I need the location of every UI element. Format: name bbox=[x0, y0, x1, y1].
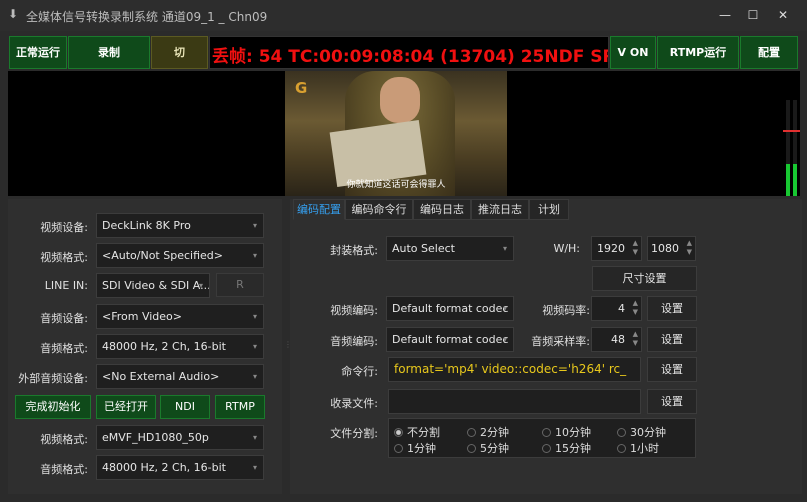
video-codec-label: 视频编码: bbox=[330, 304, 378, 317]
wh-label: W/H: bbox=[553, 242, 580, 255]
panel-splitter[interactable]: ⋮ bbox=[284, 340, 292, 354]
video-device-select[interactable]: DeckLink 8K Pro ▾ bbox=[96, 213, 264, 238]
video-format-select[interactable]: <Auto/Not Specified> ▾ bbox=[96, 243, 264, 268]
ticker-text: 丢帧: 54 TC:00:09:08:04 (13704) 25NDF SRC … bbox=[212, 47, 608, 67]
video-format2-label: 视频格式: bbox=[40, 433, 88, 446]
ext-audio-label: 外部音频设备: bbox=[18, 372, 88, 385]
cmdline-input[interactable]: format='mp4' video::codec='h264' rc_ bbox=[388, 357, 641, 382]
audio-meter-right bbox=[790, 100, 800, 196]
tab-encode-config[interactable]: 编码配置 bbox=[293, 199, 345, 220]
video-codec-select[interactable]: Default format codec ▾ bbox=[386, 296, 514, 321]
size-settings-button[interactable]: 尺寸设置 bbox=[592, 266, 697, 291]
close-button[interactable]: ✕ bbox=[770, 5, 796, 25]
split-radio-30min[interactable]: 30分钟 bbox=[617, 424, 666, 440]
rtmp-button[interactable]: RTMP bbox=[215, 395, 265, 419]
audio-meter-left bbox=[783, 100, 793, 196]
r-button[interactable]: R bbox=[216, 273, 264, 297]
split-radio-2min[interactable]: 2分钟 bbox=[467, 424, 509, 440]
audio-device-select[interactable]: <From Video> ▾ bbox=[96, 304, 264, 329]
split-radio-1min[interactable]: 1分钟 bbox=[394, 440, 436, 456]
status-running-button[interactable]: 正常运行 bbox=[9, 36, 67, 69]
record-button[interactable]: 录制 bbox=[68, 36, 150, 69]
video-format2-select[interactable]: eMVF_HD1080_50p ▾ bbox=[96, 425, 264, 450]
tab-schedule[interactable]: 计划 bbox=[529, 199, 569, 220]
split-radio-10min[interactable]: 10分钟 bbox=[542, 424, 591, 440]
config-button[interactable]: 配置 bbox=[740, 36, 798, 69]
audio-settings-button[interactable]: 设置 bbox=[647, 327, 697, 352]
line-in-select[interactable]: SDI Video & SDI A... ▾ bbox=[96, 273, 210, 298]
split-radio-15min[interactable]: 15分钟 bbox=[542, 440, 591, 456]
height-spinbox[interactable]: 1080 ▲ ▼ bbox=[647, 236, 696, 261]
video-format-label: 视频格式: bbox=[40, 251, 88, 264]
split-radio-none[interactable]: 不分割 bbox=[394, 424, 440, 440]
audio-rate-spinbox[interactable]: 48 ▲ ▼ bbox=[591, 327, 642, 352]
window-title: 全媒体信号转换录制系统 通道09_1 _ Chn09 bbox=[26, 10, 268, 24]
split-radio-1hour[interactable]: 1小时 bbox=[617, 440, 659, 456]
video-settings-button[interactable]: 设置 bbox=[647, 296, 697, 321]
audio-format-label: 音频格式: bbox=[40, 342, 88, 355]
container-label: 封装格式: bbox=[330, 244, 378, 257]
audio-device-label: 音频设备: bbox=[40, 312, 88, 325]
video-bitrate-label: 视频码率: bbox=[542, 304, 590, 317]
video-preview: G 你就知道这话可会得罪人 bbox=[285, 71, 507, 196]
tab-encode-cmdline[interactable]: 编码命令行 bbox=[345, 199, 413, 220]
line-in-label: LINE IN: bbox=[44, 279, 88, 292]
video-device-label: 视频设备: bbox=[40, 221, 88, 234]
container-select[interactable]: Auto Select ▾ bbox=[386, 236, 514, 261]
v-on-button[interactable]: V ON bbox=[610, 36, 656, 69]
record-file-input[interactable] bbox=[388, 389, 641, 414]
audio-format-select[interactable]: 48000 Hz, 2 Ch, 16-bit ▾ bbox=[96, 334, 264, 359]
ext-audio-select[interactable]: <No External Audio> ▾ bbox=[96, 364, 264, 389]
ndi-button[interactable]: NDI bbox=[160, 395, 210, 419]
audio-codec-select[interactable]: Default format codec ▾ bbox=[386, 327, 514, 352]
record-file-label: 收录文件: bbox=[330, 397, 378, 410]
opened-button[interactable]: 已经打开 bbox=[96, 395, 156, 419]
record-file-settings-button[interactable]: 设置 bbox=[647, 389, 697, 414]
tab-push-log[interactable]: 推流日志 bbox=[471, 199, 529, 220]
app-download-icon: ⬇ bbox=[8, 7, 19, 21]
cut-button[interactable]: 切 bbox=[151, 36, 208, 69]
tab-encode-log[interactable]: 编码日志 bbox=[413, 199, 471, 220]
video-bitrate-spinbox[interactable]: 4 ▲ ▼ bbox=[591, 296, 642, 321]
split-label: 文件分割: bbox=[330, 427, 378, 440]
audio-format2-label: 音频格式: bbox=[40, 463, 88, 476]
init-complete-button[interactable]: 完成初始化 bbox=[15, 395, 91, 419]
maximize-button[interactable]: ☐ bbox=[740, 5, 766, 25]
audio-codec-label: 音频编码: bbox=[330, 335, 378, 348]
width-spinbox[interactable]: 1920 ▲ ▼ bbox=[591, 236, 642, 261]
minimize-button[interactable]: — bbox=[712, 5, 738, 25]
cmdline-label: 命令行: bbox=[341, 365, 378, 378]
title-bar: ⬇ 全媒体信号转换录制系统 通道09_1 _ Chn09 — ☐ ✕ bbox=[0, 0, 807, 31]
cmdline-settings-button[interactable]: 设置 bbox=[647, 357, 697, 382]
status-ticker: 丢帧: 54 TC:00:09:08:04 (13704) 25NDF SRC … bbox=[209, 36, 609, 69]
video-face bbox=[380, 77, 420, 123]
split-radio-5min[interactable]: 5分钟 bbox=[467, 440, 509, 456]
video-subtitle: 你就知道这话可会得罪人 bbox=[346, 180, 446, 190]
audio-format2-select[interactable]: 48000 Hz, 2 Ch, 16-bit ▾ bbox=[96, 455, 264, 480]
audio-rate-label: 音频采样率: bbox=[531, 335, 590, 348]
channel-logo-icon: G bbox=[295, 79, 308, 97]
rtmp-running-button[interactable]: RTMP运行 bbox=[657, 36, 739, 69]
